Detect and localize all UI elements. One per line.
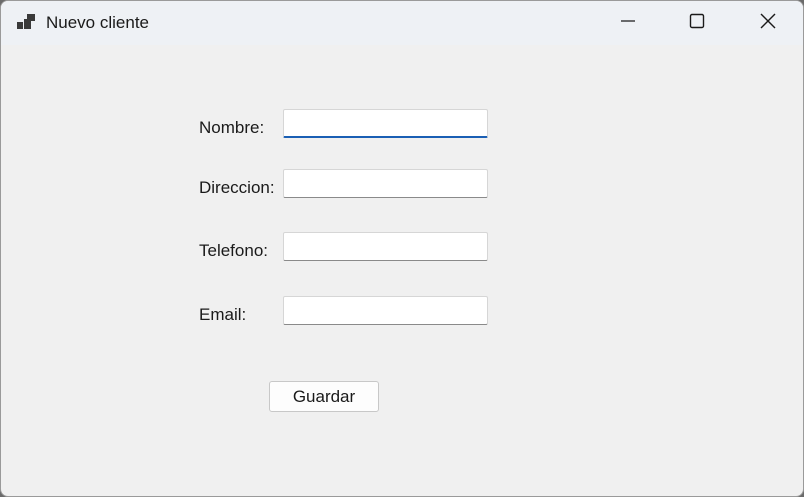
direccion-field[interactable] [283,169,488,198]
direccion-label: Direccion: [199,178,275,197]
minimize-button[interactable] [605,1,651,45]
nombre-label: Nombre: [199,118,265,137]
email-label: Email: [199,305,247,324]
close-button[interactable] [745,1,791,45]
maximize-button[interactable] [674,1,720,45]
minimize-icon [620,13,636,34]
email-field[interactable] [283,296,488,325]
title-bar[interactable]: Nuevo cliente [1,1,803,45]
app-window-icon [17,13,37,31]
nombre-field[interactable] [283,109,488,138]
telefono-field[interactable] [283,232,488,261]
new-client-window: Nuevo cliente Nombre: Direccion: Telefon… [0,0,804,497]
close-icon [760,13,776,34]
maximize-icon [689,13,705,34]
telefono-label: Telefono: [199,241,268,260]
guardar-button[interactable]: Guardar [269,381,379,412]
window-title: Nuevo cliente [46,13,150,32]
